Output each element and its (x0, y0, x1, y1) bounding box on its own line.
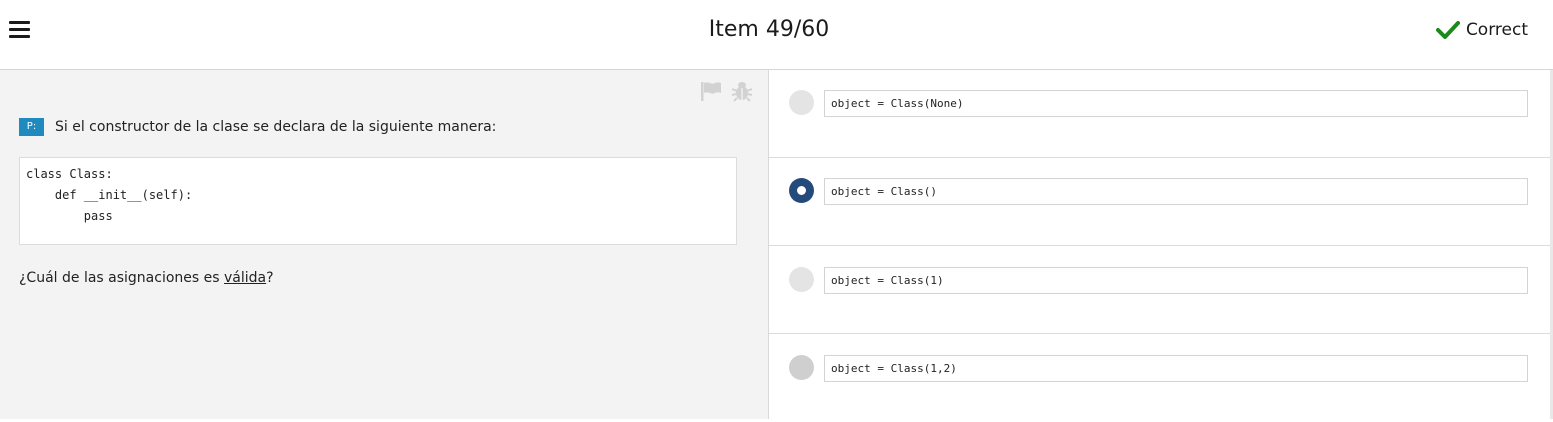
status-indicator: Correct (1435, 17, 1528, 43)
radio-button[interactable] (789, 355, 814, 380)
question-tools (700, 80, 753, 102)
question-text: ¿Cuál de las asignaciones es válida? (19, 270, 274, 286)
prompt-text: Si el constructor de la clase se declara… (55, 119, 497, 135)
page-title: Item 49/60 (708, 17, 830, 42)
answer-text: object = Class() (824, 178, 1528, 205)
answer-panel: object = Class(None) object = Class() ob… (769, 70, 1553, 419)
question-text-start: ¿Cuál de las asignaciones es (19, 270, 225, 286)
question-prompt: P: Si el constructor de la clase se decl… (19, 118, 496, 136)
answer-option-4[interactable]: object = Class(1,2) (769, 334, 1550, 422)
code-text: class Class: def __init__(self): pass (26, 167, 193, 223)
radio-button-selected[interactable] (789, 178, 814, 203)
top-bar: Item 49/60 Correct (0, 0, 1553, 70)
code-snippet: class Class: def __init__(self): pass (19, 157, 737, 245)
answer-text: object = Class(None) (824, 90, 1528, 117)
answer-option-3[interactable]: object = Class(1) (769, 246, 1550, 334)
question-emphasis: válida (224, 270, 267, 286)
answer-option-2[interactable]: object = Class() (769, 158, 1550, 246)
checkmark-icon (1435, 21, 1460, 39)
bug-icon[interactable] (731, 80, 753, 102)
question-panel: P: Si el constructor de la clase se decl… (0, 70, 769, 419)
radio-button[interactable] (789, 90, 814, 115)
prompt-badge: P: (19, 118, 44, 136)
answer-text: object = Class(1) (824, 267, 1528, 294)
radio-button[interactable] (789, 267, 814, 292)
status-label: Correct (1465, 20, 1528, 40)
question-text-end: ? (266, 270, 274, 286)
answer-text: object = Class(1,2) (824, 355, 1528, 382)
flag-icon[interactable] (700, 80, 722, 102)
answer-option-1[interactable]: object = Class(None) (769, 70, 1550, 158)
